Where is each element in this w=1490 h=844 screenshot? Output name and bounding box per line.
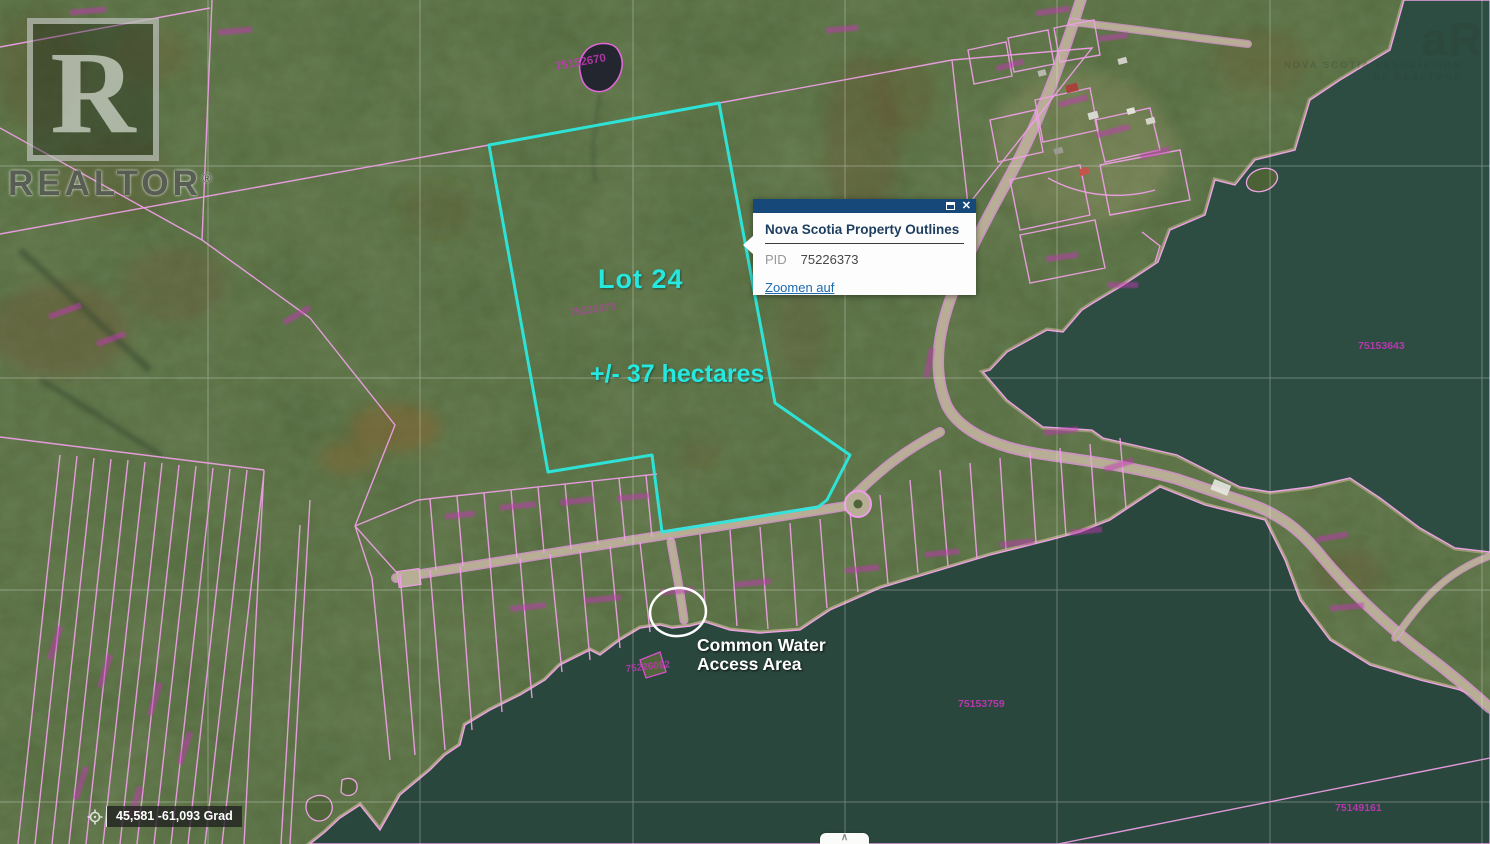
zoom-to-link[interactable]: Zoomen auf xyxy=(765,280,834,295)
property-info-popup: ✕ Nova Scotia Property Outlines PID 75226… xyxy=(753,199,976,295)
bottom-panel-tab[interactable]: ∧ xyxy=(820,833,869,844)
map-canvas[interactable]: 75152670 75226373 75153643 75153759 7514… xyxy=(0,0,1490,844)
coordinate-readout: 45,581 -61,093 Grad xyxy=(87,806,242,827)
pid-label: 75149161 xyxy=(1335,802,1382,814)
maximize-icon[interactable] xyxy=(946,202,955,210)
close-icon[interactable]: ✕ xyxy=(962,201,971,211)
culdesac xyxy=(845,491,871,517)
popup-body: Nova Scotia Property Outlines PID 7522637… xyxy=(753,213,976,303)
satellite-map: 75152670 75226373 75153643 75153759 7514… xyxy=(0,0,1490,844)
popup-divider xyxy=(765,243,964,244)
pid-value: 75226373 xyxy=(801,252,859,267)
coordinate-text: 45,581 -61,093 Grad xyxy=(106,806,242,827)
pid-label: 75153759 xyxy=(958,698,1005,710)
pid-row: PID 75226373 xyxy=(765,252,964,267)
popup-header: ✕ xyxy=(753,199,976,213)
popup-callout-arrow xyxy=(743,236,753,254)
lot24-area-label: +/- 37 hectares xyxy=(590,360,764,389)
lot24-label: Lot 24 xyxy=(598,264,684,295)
pid-label: 75153643 xyxy=(1358,340,1405,352)
pid-field-label: PID xyxy=(765,252,787,267)
chevron-up-icon: ∧ xyxy=(841,832,848,843)
popup-title: Nova Scotia Property Outlines xyxy=(765,222,964,237)
water-access-label: Common WaterAccess Area xyxy=(697,636,826,674)
locate-icon[interactable] xyxy=(87,809,103,825)
